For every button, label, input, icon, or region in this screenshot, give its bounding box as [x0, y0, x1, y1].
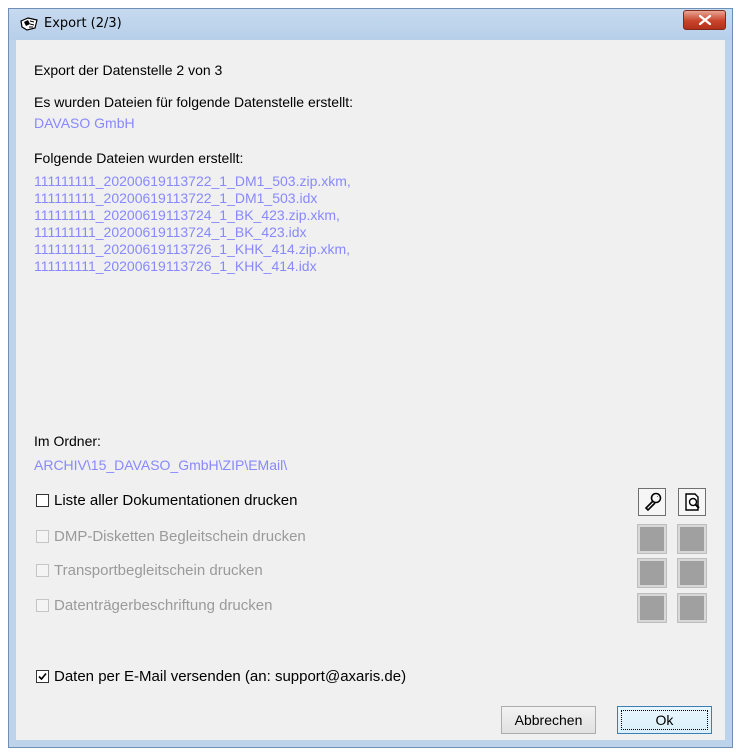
window-title: Export (2/3) — [44, 16, 122, 31]
option-label: Datenträgerbeschriftung drucken — [54, 597, 273, 614]
print-list-checkbox[interactable] — [36, 494, 49, 507]
checkmark-icon — [38, 672, 47, 681]
transport-settings-button[interactable] — [637, 558, 667, 588]
dmp-preview-button[interactable] — [677, 524, 707, 554]
folder-path: ARCHIV\15_DAVASO_GmbH\ZIP\EMail\ — [34, 457, 288, 473]
dialog-body: Export der Datenstelle 2 von 3 Es wurden… — [16, 40, 725, 740]
option-label: Transportbegleitschein drucken — [54, 562, 263, 579]
datentraeger-settings-button[interactable] — [637, 593, 667, 623]
created-for-label: Es wurden Dateien für folgende Datenstel… — [34, 94, 354, 110]
close-icon — [699, 15, 711, 25]
ok-button[interactable]: Ok — [617, 706, 712, 734]
folder-label: Im Ordner: — [34, 433, 101, 449]
option-label: Liste aller Dokumentationen drucken — [54, 492, 298, 509]
print-preview-icon — [685, 493, 700, 511]
export-dialog: Export (2/3) Export der Datenstelle 2 vo… — [8, 8, 733, 748]
email-label: Daten per E-Mail versenden (an: support@… — [54, 668, 407, 685]
email-checkbox[interactable] — [36, 670, 49, 683]
file-item: 111111111_20200619113726_1_KHK_414.idx — [34, 258, 317, 274]
settings-button[interactable] — [638, 488, 666, 516]
file-list: 111111111_20200619113722_1_DM1_503.zip.x… — [34, 173, 351, 275]
file-item: 111111111_20200619113722_1_DM1_503.zip.x… — [34, 173, 351, 189]
wrench-icon — [644, 492, 662, 512]
app-icon — [20, 17, 38, 31]
cancel-button[interactable]: Abbrechen — [501, 706, 596, 734]
datentraeger-checkbox[interactable] — [36, 599, 49, 612]
transport-checkbox[interactable] — [36, 564, 49, 577]
dmp-checkbox[interactable] — [36, 530, 49, 543]
close-button[interactable] — [683, 10, 726, 30]
dmp-settings-button[interactable] — [637, 524, 667, 554]
ok-label: Ok — [655, 712, 674, 728]
file-item: 111111111_20200619113726_1_KHK_414.zip.x… — [34, 241, 351, 257]
option-label: DMP-Disketten Begleitschein drucken — [54, 528, 306, 545]
file-item: 111111111_20200619113722_1_DM1_503.idx — [34, 190, 318, 206]
file-item: 111111111_20200619113724_1_BK_423.idx — [34, 224, 307, 240]
title-bar[interactable]: Export (2/3) — [9, 9, 732, 40]
print-preview-button[interactable] — [678, 488, 706, 516]
files-label: Folgende Dateien wurden erstellt: — [34, 150, 244, 166]
file-item: 111111111_20200619113724_1_BK_423.zip.xk… — [34, 207, 340, 223]
datastelle-name: DAVASO GmbH — [34, 115, 135, 131]
datentraeger-preview-button[interactable] — [677, 593, 707, 623]
export-heading: Export der Datenstelle 2 von 3 — [34, 62, 223, 78]
transport-preview-button[interactable] — [677, 558, 707, 588]
